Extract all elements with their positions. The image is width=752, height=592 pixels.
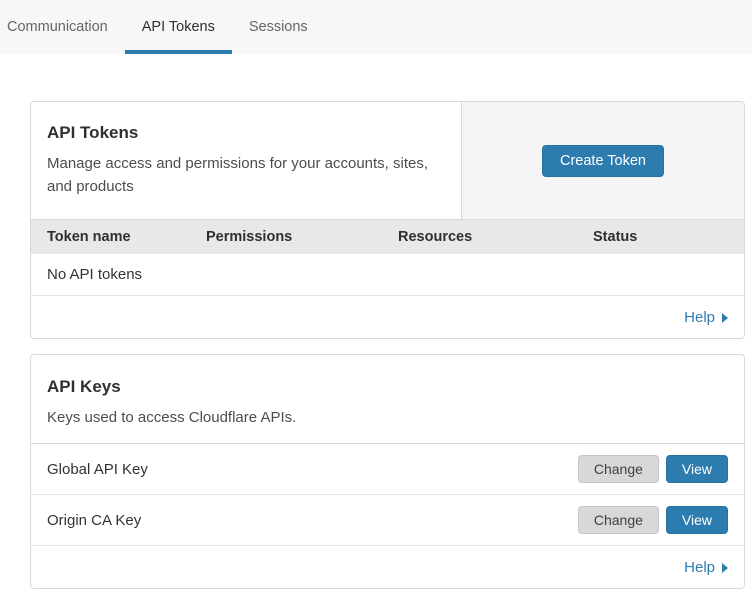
api-key-row-global: Global API Key Change View [31, 444, 744, 495]
api-tokens-help-link[interactable]: Help [684, 309, 728, 326]
global-api-key-view-button[interactable]: View [666, 455, 728, 483]
api-keys-description: Keys used to access Cloudflare APIs. [47, 406, 728, 429]
api-keys-card-header: API Keys Keys used to access Cloudflare … [31, 355, 744, 444]
api-tokens-description: Manage access and permissions for your a… [47, 152, 445, 199]
api-keys-card-footer: Help [31, 546, 744, 588]
api-tokens-card-header: API Tokens Manage access and permissions… [31, 102, 744, 219]
api-tokens-card-header-text: API Tokens Manage access and permissions… [31, 102, 461, 219]
api-keys-help-link[interactable]: Help [684, 559, 728, 576]
token-table-empty-row: No API tokens [31, 254, 744, 296]
api-tokens-title: API Tokens [47, 123, 445, 143]
token-table-header-resources: Resources [398, 229, 593, 245]
tab-communication[interactable]: Communication [0, 0, 125, 54]
api-key-row-origin-ca: Origin CA Key Change View [31, 495, 744, 546]
tab-sessions[interactable]: Sessions [232, 0, 325, 54]
create-token-button[interactable]: Create Token [542, 145, 664, 177]
token-table-header-row: Token name Permissions Resources Status [31, 219, 744, 254]
origin-ca-key-change-button[interactable]: Change [578, 506, 659, 534]
api-keys-title: API Keys [47, 377, 728, 397]
origin-ca-key-view-button[interactable]: View [666, 506, 728, 534]
token-table-header-permissions: Permissions [206, 229, 398, 245]
token-table-header-token-name: Token name [47, 229, 206, 245]
help-arrow-icon [722, 563, 728, 573]
api-tokens-help-label: Help [684, 309, 715, 326]
global-api-key-change-button[interactable]: Change [578, 455, 659, 483]
token-table-empty-message: No API tokens [47, 266, 142, 283]
api-tokens-card-action-panel: Create Token [461, 102, 744, 219]
api-keys-card: API Keys Keys used to access Cloudflare … [30, 354, 745, 589]
tab-bar: Communication API Tokens Sessions [0, 0, 752, 54]
api-key-label: Origin CA Key [47, 512, 141, 529]
api-tokens-card: API Tokens Manage access and permissions… [30, 101, 745, 339]
help-arrow-icon [722, 313, 728, 323]
api-tokens-card-footer: Help [31, 296, 744, 338]
tab-api-tokens[interactable]: API Tokens [125, 0, 232, 54]
api-key-label: Global API Key [47, 461, 148, 478]
token-table-header-status: Status [593, 229, 728, 245]
api-keys-help-label: Help [684, 559, 715, 576]
